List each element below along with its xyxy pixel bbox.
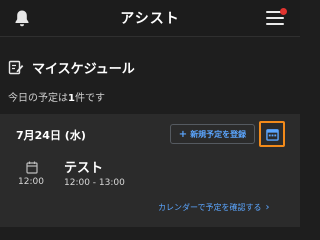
- view-calendar-link[interactable]: カレンダーで予定を確認する ›: [158, 202, 270, 213]
- calendar-button[interactable]: [259, 121, 285, 147]
- chevron-right-icon: ›: [265, 202, 270, 213]
- edit-note-icon: [8, 60, 24, 75]
- event-time-range: 12:00 - 13:00: [64, 178, 125, 188]
- app-title: アシスト: [120, 11, 180, 27]
- calendar-small-icon: [26, 161, 38, 174]
- summary-prefix: 今日の予定は: [8, 93, 68, 104]
- section-header: マイスケジュール: [8, 58, 135, 77]
- calendar-icon: [265, 128, 279, 141]
- add-event-button[interactable]: + 新規予定を登録: [170, 124, 255, 144]
- plus-icon: +: [178, 128, 188, 140]
- summary-count: 1: [68, 93, 75, 104]
- event-title: テスト: [64, 161, 104, 176]
- add-event-label: 新規予定を登録: [190, 129, 247, 139]
- notification-dot: [280, 8, 287, 15]
- schedule-card: 7月24日 (水) + 新規予定を登録 12:00 テスト 12:00 - 13…: [0, 114, 300, 227]
- schedule-date: 7月24日 (水): [16, 129, 86, 142]
- view-calendar-label: カレンダーで予定を確認する: [158, 203, 262, 212]
- schedule-summary: 今日の予定は1件です: [8, 89, 105, 104]
- app-header: アシスト: [0, 0, 300, 37]
- summary-suffix: 件です: [74, 93, 105, 104]
- event-start-time: 12:00: [18, 177, 44, 187]
- section-title: マイスケジュール: [32, 61, 135, 77]
